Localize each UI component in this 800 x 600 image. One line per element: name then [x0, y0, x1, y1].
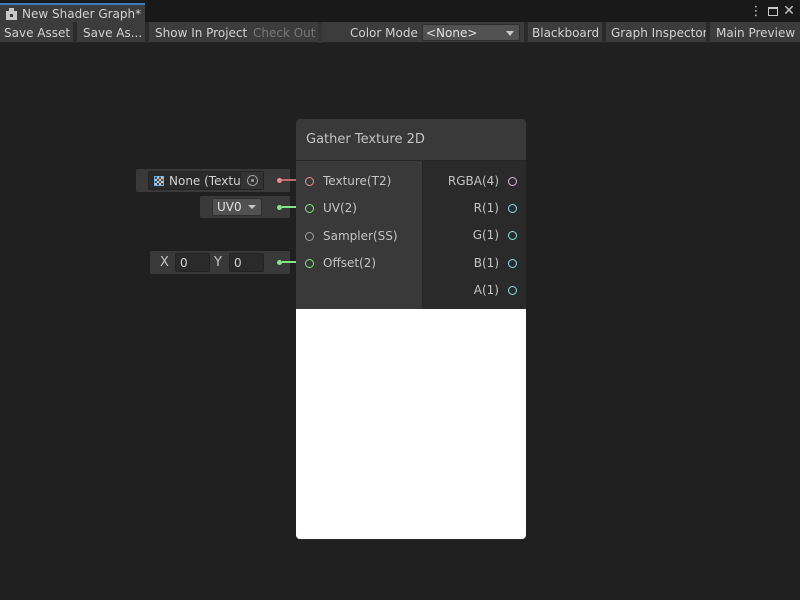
save-asset-button[interactable]: Save Asset [0, 22, 74, 43]
chevron-down-icon [248, 205, 256, 209]
output-port-r-icon[interactable] [508, 203, 517, 213]
output-port-g-icon[interactable] [508, 230, 517, 240]
input-port-sampler-icon[interactable] [305, 231, 314, 241]
input-port-uv[interactable]: UV(2) [305, 200, 357, 216]
offset-y-field[interactable]: 0 [229, 253, 264, 272]
output-port-label: B(1) [473, 256, 499, 270]
node-header[interactable]: Gather Texture 2D [296, 119, 526, 161]
window-title-bar: New Shader Graph* ⋮ ✕ [0, 0, 800, 22]
toolbar-separator [602, 22, 606, 43]
input-port-label: Offset(2) [323, 256, 377, 270]
input-port-uv-icon[interactable] [305, 203, 314, 213]
input-port-label: Sampler(SS) [323, 229, 398, 243]
main-preview-button[interactable]: Main Preview [712, 22, 799, 43]
close-icon[interactable]: ✕ [782, 3, 796, 19]
input-port-texture-icon[interactable] [305, 176, 314, 186]
more-options-icon[interactable]: ⋮ [749, 3, 763, 19]
tab-title: New Shader Graph* [22, 6, 142, 21]
toolbar-separator [706, 22, 710, 43]
output-port-b[interactable]: B(1) [474, 255, 517, 271]
toolbar-separator [73, 22, 77, 43]
shader-graph-icon [6, 7, 17, 20]
texture-icon [154, 175, 164, 186]
blackboard-button[interactable]: Blackboard [528, 22, 603, 43]
toolbar-separator [318, 22, 322, 43]
offset-y-label: Y [214, 255, 222, 270]
toolbar: Save Asset Save As... Show In Project Ch… [0, 22, 800, 43]
node-inputs: Texture(T2) UV(2) Sampler(SS) Offset(2) [296, 161, 423, 309]
maximize-icon[interactable] [766, 3, 780, 19]
tab-new-shader-graph[interactable]: New Shader Graph* [0, 3, 145, 22]
object-picker-button[interactable] [241, 172, 263, 189]
texture-object-field[interactable]: None (Textu [148, 171, 264, 190]
chevron-down-icon [506, 31, 514, 36]
check-out-button[interactable]: Check Out [249, 22, 319, 43]
graph-inspector-button[interactable]: Graph Inspector [607, 22, 712, 43]
output-port-a-icon[interactable] [508, 285, 517, 295]
node-outputs: RGBA(4) R(1) G(1) B(1) A(1) [423, 161, 526, 309]
texture-value: None (Textu [169, 173, 241, 188]
gather-texture-2d-node[interactable]: Gather Texture 2D Texture(T2) UV(2) Samp… [296, 119, 526, 540]
show-in-project-button[interactable]: Show In Project [151, 22, 251, 43]
uv-value: UV0 [217, 200, 242, 214]
node-preview [296, 309, 526, 539]
output-port-label: RGBA(4) [447, 174, 499, 188]
output-port-label: A(1) [473, 283, 499, 297]
color-mode-value: <None> [426, 25, 478, 40]
save-as-button[interactable]: Save As... [79, 22, 146, 43]
output-port-label: R(1) [473, 201, 499, 215]
offset-x-field[interactable]: 0 [175, 253, 210, 272]
output-port-r[interactable]: R(1) [474, 200, 517, 216]
target-icon [246, 175, 258, 186]
output-port-g[interactable]: G(1) [473, 227, 517, 243]
output-port-b-icon[interactable] [508, 258, 517, 268]
input-port-offset-icon[interactable] [305, 258, 314, 268]
input-port-texture[interactable]: Texture(T2) [305, 173, 391, 189]
input-port-label: UV(2) [323, 201, 357, 215]
node-body: Texture(T2) UV(2) Sampler(SS) Offset(2) … [296, 161, 526, 309]
color-mode-dropdown[interactable]: <None> [422, 24, 520, 41]
input-port-sampler[interactable]: Sampler(SS) [305, 228, 398, 244]
offset-x-label: X [160, 255, 169, 270]
output-port-rgba-icon[interactable] [508, 176, 517, 186]
output-port-rgba[interactable]: RGBA(4) [448, 173, 517, 189]
color-mode-label: Color Mode [350, 25, 418, 40]
uv-channel-dropdown[interactable]: UV0 [212, 198, 262, 216]
output-port-a[interactable]: A(1) [474, 282, 517, 298]
input-port-offset[interactable]: Offset(2) [305, 255, 376, 271]
output-port-label: G(1) [472, 228, 499, 242]
node-title: Gather Texture 2D [306, 132, 425, 147]
toolbar-separator [145, 22, 149, 43]
input-port-label: Texture(T2) [323, 174, 392, 188]
